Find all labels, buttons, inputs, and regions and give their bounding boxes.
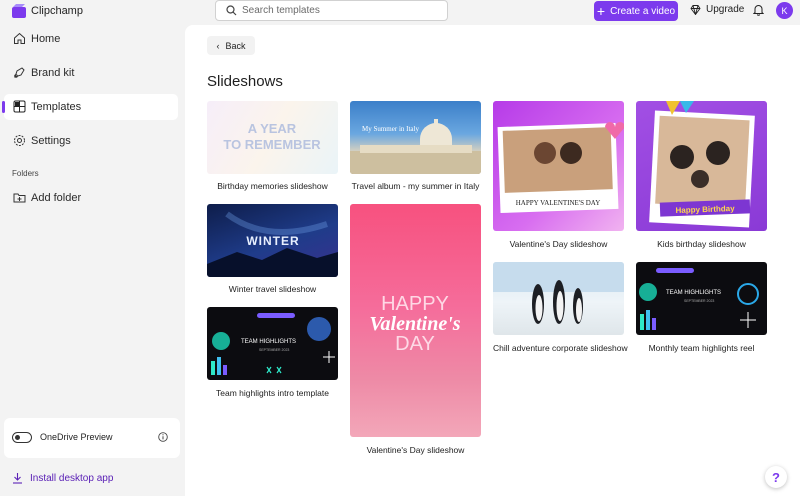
search-input[interactable] <box>242 3 442 18</box>
app-title: Clipchamp <box>31 5 83 17</box>
template-thumbnail: Happy Birthday <box>636 101 767 231</box>
template-thumbnail: HAPPY Valentine's DAY <box>350 204 481 437</box>
template-caption: Winter travel slideshow <box>228 284 317 294</box>
template-card-birthday-memories[interactable]: A YEAR TO REMEMBER Birthday memories sli… <box>207 101 338 193</box>
template-thumbnail: TEAM HIGHLIGHTS SEPTEMBER 2023 <box>207 307 338 380</box>
search-icon <box>226 5 237 16</box>
help-button[interactable]: ? <box>765 466 787 488</box>
plus-icon: + <box>596 3 606 19</box>
search-box[interactable] <box>215 0 448 21</box>
template-card-team-highlights-intro[interactable]: TEAM HIGHLIGHTS SEPTEMBER 2023 Team high… <box>207 307 338 399</box>
thumb-text: TO REMEMBER <box>223 137 321 152</box>
thumb-text: A YEAR <box>248 121 297 136</box>
upgrade-label: Upgrade <box>706 4 745 15</box>
template-card-monthly-team-highlights[interactable]: TEAM HIGHLIGHTS SEPTEMBER 2023 Monthly t… <box>636 262 767 354</box>
thumb-text: HAPPY <box>381 293 449 315</box>
template-thumbnail <box>493 262 624 335</box>
template-card-travel-album[interactable]: My Summer in Italy Travel album - my sum… <box>350 101 481 193</box>
thumb-text: SEPTEMBER 2023 <box>259 348 289 352</box>
sidebar-item-label: Settings <box>31 135 71 147</box>
onedrive-toggle[interactable] <box>12 432 32 443</box>
add-folder-icon <box>13 193 26 203</box>
template-card-valentines-tall[interactable]: HAPPY Valentine's DAY Valentine's Day sl… <box>350 204 481 456</box>
template-caption: Valentine's Day slideshow <box>509 239 608 249</box>
chevron-left-icon: ‹ <box>216 40 220 51</box>
template-caption: Birthday memories slideshow <box>217 181 328 191</box>
download-icon <box>13 473 22 484</box>
thumb-text: Valentine's <box>369 313 460 335</box>
info-icon[interactable] <box>158 432 168 442</box>
thumb-text: My Summer in Italy <box>362 125 419 133</box>
top-bar: Clipchamp + Create a video Upgrade K <box>0 0 800 24</box>
brand-kit-icon <box>14 67 25 78</box>
template-card-kids-birthday[interactable]: Happy Birthday Kids birthday slideshow <box>636 101 767 251</box>
template-thumbnail: A YEAR TO REMEMBER <box>207 101 338 174</box>
clipchamp-logo-icon <box>12 4 26 18</box>
bell-icon[interactable] <box>753 4 764 16</box>
avatar[interactable]: K <box>776 2 793 19</box>
sidebar-item-label: Home <box>31 33 61 45</box>
template-thumbnail: WINTER <box>207 204 338 277</box>
templates-icon <box>13 100 26 113</box>
main-panel: ‹ Back Slideshows A YEAR TO REMEMBER Bir… <box>185 25 800 496</box>
home-icon <box>14 32 25 44</box>
sidebar-item-home[interactable]: Home <box>4 26 178 52</box>
template-caption: Valentine's Day slideshow <box>366 445 465 455</box>
thumb-text: HAPPY VALENTINE'S DAY <box>516 199 601 207</box>
sidebar-item-label: Brand kit <box>31 67 75 79</box>
create-video-label: Create a video <box>610 5 676 17</box>
template-caption: Kids birthday slideshow <box>657 239 746 249</box>
diamond-icon <box>690 4 701 15</box>
sidebar-item-templates[interactable]: Templates <box>2 94 178 120</box>
back-button[interactable]: ‹ Back <box>207 36 255 55</box>
template-card-valentines-couple[interactable]: HAPPY VALENTINE'S DAY Valentine's Day sl… <box>493 101 624 251</box>
thumb-text: DAY <box>395 333 435 355</box>
template-card-winter-travel[interactable]: WINTER Winter travel slideshow <box>207 204 338 296</box>
folders-heading: Folders <box>12 169 39 178</box>
onedrive-label: OneDrive Preview <box>40 432 113 442</box>
template-thumbnail: HAPPY VALENTINE'S DAY <box>493 101 624 231</box>
template-thumbnail: My Summer in Italy <box>350 101 481 174</box>
thumb-text: WINTER <box>246 234 299 248</box>
sidebar-item-settings[interactable]: Settings <box>4 128 178 154</box>
create-video-button[interactable]: + Create a video <box>594 1 678 21</box>
install-desktop-app-link[interactable]: Install desktop app <box>12 472 113 484</box>
thumb-text: SEPTEMBER 2023 <box>684 299 714 303</box>
install-label: Install desktop app <box>30 472 114 484</box>
add-folder-button[interactable]: Add folder <box>4 185 178 211</box>
template-caption: Monthly team highlights reel <box>648 343 755 353</box>
template-caption: Travel album - my summer in Italy <box>351 181 480 191</box>
add-folder-label: Add folder <box>31 192 82 204</box>
template-caption: Team highlights intro template <box>216 388 329 398</box>
upgrade-button[interactable]: Upgrade <box>690 4 744 15</box>
sidebar-item-brand-kit[interactable]: Brand kit <box>4 60 178 86</box>
sidebar-item-label: Templates <box>31 101 82 113</box>
thumb-text: TEAM HIGHLIGHTS <box>666 290 721 296</box>
template-thumbnail: TEAM HIGHLIGHTS SEPTEMBER 2023 <box>636 262 767 335</box>
template-card-chill-adventure[interactable]: Chill adventure corporate slideshow <box>493 262 628 354</box>
onedrive-preview-panel: OneDrive Preview <box>4 418 180 458</box>
template-caption: Chill adventure corporate slideshow <box>493 343 628 353</box>
back-label: Back <box>225 40 246 51</box>
thumb-text: TEAM HIGHLIGHTS <box>241 339 296 345</box>
page-title: Slideshows <box>207 73 283 90</box>
gear-icon <box>14 135 25 146</box>
